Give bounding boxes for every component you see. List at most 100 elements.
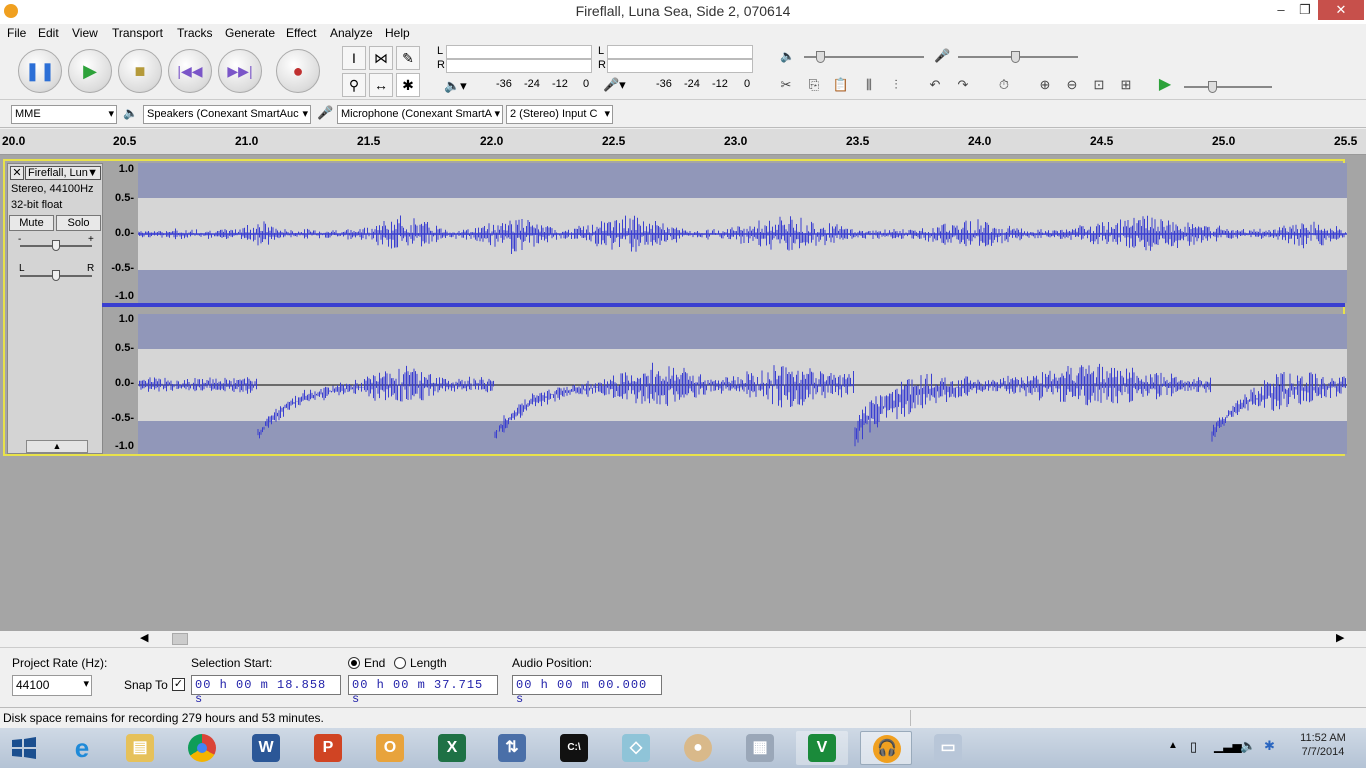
scroll-right-icon[interactable]: ▶ (1336, 631, 1344, 644)
audio-track[interactable]: ✕ Fireflall, Lun ▼ Stereo, 44100Hz 32-bit… (3, 159, 1347, 456)
play-speed-thumb[interactable] (1208, 81, 1217, 93)
pan-thumb[interactable] (52, 270, 60, 281)
horizontal-scrollbar[interactable]: ◀ ▶ (0, 631, 1366, 647)
show-hidden-icons[interactable]: ▲ (1168, 740, 1178, 751)
selection-start-field[interactable]: 00 h 00 m 18.858 s (191, 675, 341, 706)
mute-button[interactable]: Mute (9, 215, 54, 231)
redo-icon[interactable]: ↷ (951, 74, 975, 96)
taskbar-monitor[interactable]: ▭ (922, 731, 974, 765)
play-button[interactable]: ▶ (68, 49, 112, 93)
close-track-icon[interactable]: ✕ (10, 166, 24, 180)
cut-icon[interactable]: ✂ (774, 74, 798, 96)
taskbar-chrome[interactable] (176, 731, 228, 765)
copy-icon[interactable]: ⎘ (802, 74, 826, 96)
menu-transport[interactable]: Transport (112, 26, 163, 40)
taskbar-excel[interactable]: X (426, 731, 478, 765)
draw-tool-icon[interactable]: ✎ (396, 46, 420, 70)
waveform-channel-1[interactable] (138, 163, 1347, 303)
close-icon[interactable]: ✕ (1318, 0, 1364, 20)
taskbar-vim[interactable]: V (796, 731, 848, 765)
track-area[interactable]: ✕ Fireflall, Lun ▼ Stereo, 44100Hz 32-bit… (0, 155, 1366, 631)
taskbar-eraser[interactable]: ◇ (610, 731, 662, 765)
taskbar-remote[interactable]: ⇅ (486, 731, 538, 765)
gain-thumb[interactable] (52, 240, 60, 251)
silence-icon[interactable]: ⫶ (884, 74, 908, 96)
taskbar-explorer[interactable]: ▤ (114, 731, 166, 765)
project-rate-select[interactable]: 44100 (12, 675, 92, 696)
audio-host-select[interactable]: MME (11, 105, 117, 124)
gain-plus-label: + (88, 234, 94, 245)
undo-icon[interactable]: ↶ (923, 74, 947, 96)
start-button[interactable] (10, 736, 38, 760)
menu-effect[interactable]: Effect (286, 26, 316, 40)
paint-icon: ● (684, 734, 712, 762)
playback-meter-right[interactable] (446, 59, 592, 73)
time-shift-tool-icon[interactable]: ↔ (369, 73, 393, 97)
skip-start-button[interactable]: |◀◀ (168, 49, 212, 93)
output-volume-thumb[interactable] (816, 51, 825, 63)
record-meter-left[interactable] (607, 45, 753, 59)
envelope-tool-icon[interactable]: ⋈ (369, 46, 393, 70)
record-meter-right[interactable] (607, 59, 753, 73)
restore-icon[interactable]: ❐ (1290, 0, 1320, 22)
y-axis-channel-1: 1.0 0.5- 0.0- -0.5- -1.0 (105, 163, 138, 302)
fit-project-icon[interactable]: ⊞ (1114, 74, 1138, 96)
record-button[interactable]: ● (276, 49, 320, 93)
meter-tick: 0 (744, 78, 751, 90)
playback-meter-left[interactable] (446, 45, 592, 59)
taskbar-outlook[interactable]: O (364, 731, 416, 765)
play-at-speed-icon[interactable]: ▶ (1153, 74, 1177, 96)
skip-end-button[interactable]: ▶▶| (218, 49, 262, 93)
y-axis-channel-2: 1.0 0.5- 0.0- -0.5- -1.0 (105, 313, 138, 452)
length-radio[interactable] (394, 657, 406, 669)
menu-analyze[interactable]: Analyze (330, 26, 373, 40)
paste-icon[interactable]: 📋 (829, 74, 853, 96)
play-speed-slider[interactable] (1184, 86, 1272, 88)
input-channels-select[interactable]: 2 (Stereo) Input C (506, 105, 613, 124)
menu-view[interactable]: View (72, 26, 98, 40)
selection-end-field[interactable]: 00 h 00 m 37.715 s (348, 675, 498, 706)
taskbar-word[interactable]: W (240, 731, 292, 765)
fit-selection-icon[interactable]: ⊡ (1087, 74, 1111, 96)
clock[interactable]: 11:52 AM 7/7/2014 (1290, 732, 1356, 758)
multi-tool-icon[interactable]: ✱ (396, 73, 420, 97)
network-signal-icon[interactable]: ▁▃▅ (1214, 739, 1242, 753)
audio-position-field[interactable]: 00 h 00 m 00.000 s (512, 675, 662, 706)
collapse-track-icon[interactable]: ▲ (26, 440, 88, 453)
zoom-in-icon[interactable]: ⊕ (1033, 74, 1057, 96)
solo-button[interactable]: Solo (56, 215, 101, 231)
rec-meter-r-label: R (598, 59, 606, 71)
menu-edit[interactable]: Edit (38, 26, 59, 40)
stop-button[interactable]: ■ (118, 49, 162, 93)
timeline-ruler[interactable]: 20.0 20.5 21.0 21.5 22.0 22.5 23.0 23.5 … (0, 129, 1366, 155)
scroll-thumb[interactable] (172, 633, 188, 645)
waveform-channel-2[interactable] (138, 314, 1347, 454)
track-name-menu[interactable]: Fireflall, Lun ▼ (25, 166, 101, 180)
volume-icon[interactable]: 🔈 (1240, 738, 1256, 754)
menu-help[interactable]: Help (385, 26, 410, 40)
zoom-out-icon[interactable]: ⊖ (1060, 74, 1084, 96)
audio-position-label: Audio Position: (512, 656, 593, 670)
menu-file[interactable]: File (7, 26, 26, 40)
end-radio[interactable] (348, 657, 360, 669)
battery-icon[interactable]: ▯ (1190, 739, 1197, 755)
zoom-tool-icon[interactable]: ⚲ (342, 73, 366, 97)
taskbar-ie[interactable]: e (56, 731, 108, 765)
selection-tool-icon[interactable]: I (342, 46, 366, 70)
pause-button[interactable]: ❚❚ (18, 49, 62, 93)
taskbar-calculator[interactable]: ▦ (734, 731, 786, 765)
input-device-select[interactable]: Microphone (Conexant SmartA (337, 105, 503, 124)
menu-generate[interactable]: Generate (225, 26, 275, 40)
menu-tracks[interactable]: Tracks (177, 26, 213, 40)
snap-to-checkbox[interactable]: ✓ (172, 678, 185, 691)
taskbar-paint[interactable]: ● (672, 731, 724, 765)
scroll-left-icon[interactable]: ◀ (140, 631, 148, 644)
trim-icon[interactable]: ⫼ (857, 74, 881, 96)
input-volume-thumb[interactable] (1011, 51, 1020, 63)
output-device-select[interactable]: Speakers (Conexant SmartAuc (143, 105, 311, 124)
bluetooth-icon[interactable]: ✱ (1264, 738, 1275, 754)
sync-lock-icon[interactable]: ⏱ (992, 74, 1016, 96)
taskbar-powerpoint[interactable]: P (302, 731, 354, 765)
taskbar-audacity[interactable]: 🎧 (860, 731, 912, 765)
taskbar-cmd[interactable]: C:\ (548, 731, 600, 765)
